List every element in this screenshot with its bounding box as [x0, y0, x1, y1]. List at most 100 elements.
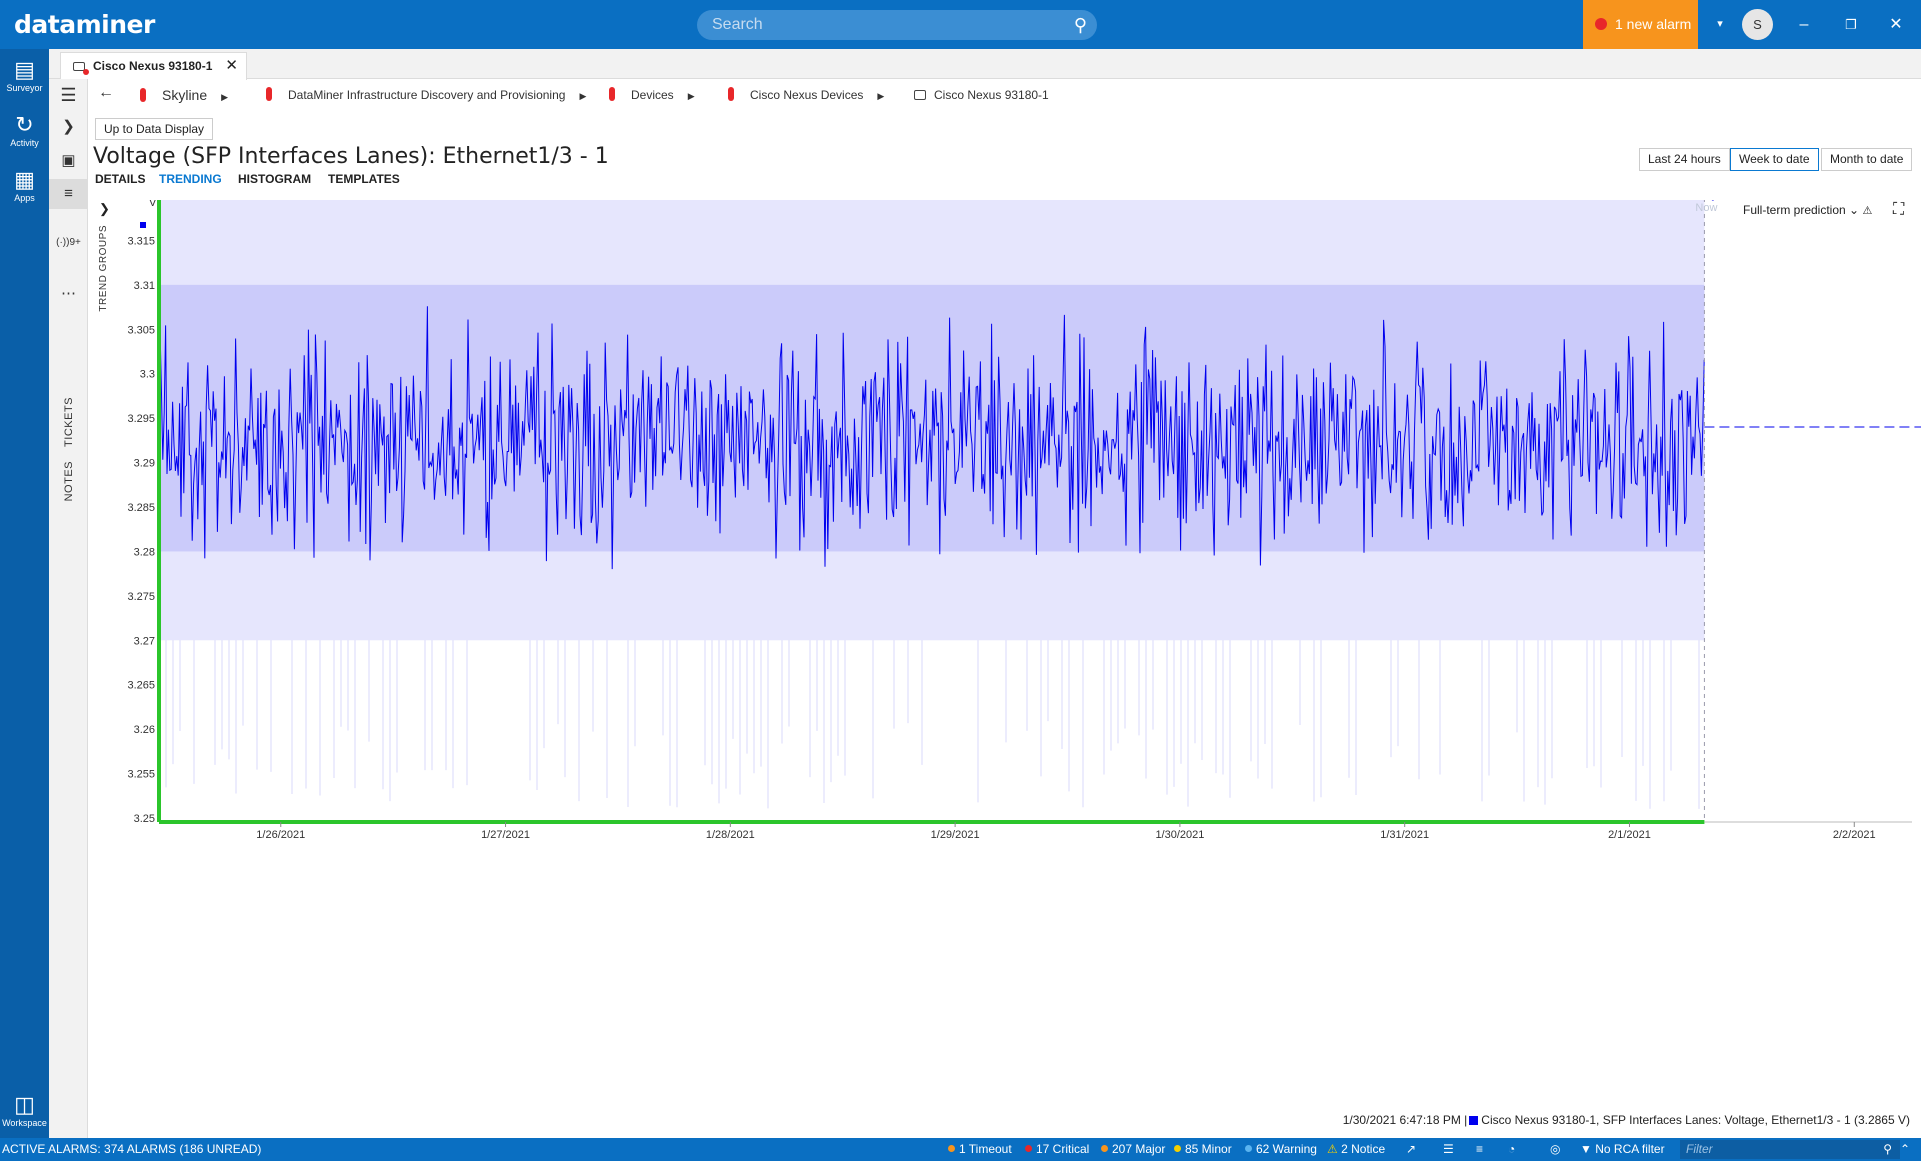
- breadcrumb-devices[interactable]: Devices ▶: [609, 87, 695, 102]
- chevron-right-icon[interactable]: ▶: [688, 91, 695, 101]
- back-arrow-icon[interactable]: ←: [98, 84, 114, 102]
- more-icon[interactable]: ⋯: [49, 284, 88, 302]
- notes-tab[interactable]: NOTES: [63, 461, 75, 501]
- range-month-to-date-button[interactable]: Month to date: [1821, 148, 1913, 171]
- breadcrumb-element-label: Cisco Nexus 93180-1: [934, 88, 1049, 102]
- nav-apps-label: Apps: [14, 193, 35, 203]
- minimize-icon[interactable]: –: [1784, 0, 1824, 49]
- chevron-right-icon[interactable]: ▶: [579, 91, 586, 101]
- count-warning[interactable]: 62 Warning: [1245, 1138, 1317, 1161]
- y-tick-label: 3.26: [134, 724, 155, 736]
- y-tick-label: 3.295: [127, 413, 155, 425]
- funnel-icon: ▼: [1580, 1142, 1592, 1156]
- settings-sliders-icon[interactable]: ≡: [49, 179, 88, 209]
- active-alarms-summary[interactable]: ACTIVE ALARMS: 374 ALARMS (186 UNREAD): [2, 1138, 261, 1161]
- count-warning-label: 62 Warning: [1256, 1142, 1317, 1156]
- count-notice[interactable]: ⚠ 2 Notice: [1327, 1138, 1385, 1161]
- range-last-24-hours-button[interactable]: Last 24 hours: [1639, 148, 1730, 171]
- y-unit-label: V: [149, 200, 157, 209]
- y-tick-label: 3.3: [140, 369, 155, 381]
- tickets-tab[interactable]: TICKETS: [63, 397, 75, 447]
- count-timeout[interactable]: 1 Timeout: [948, 1138, 1012, 1161]
- tab-close-icon[interactable]: ✕: [225, 53, 238, 79]
- nav-workspace[interactable]: ◫ Workspace: [0, 1092, 49, 1128]
- cursor-info: 1/30/2021 6:47:18 PM | Cisco Nexus 93180-…: [1342, 1113, 1910, 1127]
- chevron-right-icon[interactable]: ▶: [877, 91, 884, 101]
- restore-icon[interactable]: ❐: [1831, 0, 1871, 49]
- trend-view-icon[interactable]: ↗: [1406, 1138, 1416, 1161]
- range-week-to-date-button[interactable]: Week to date: [1730, 148, 1819, 171]
- apps-icon: ▦: [14, 167, 35, 192]
- x-tick-label: 1/28/2021: [706, 829, 755, 841]
- cursor-value-text: Cisco Nexus 93180-1, SFP Interfaces Lane…: [1481, 1113, 1910, 1127]
- series-marker: [140, 222, 146, 228]
- workspace-icon: ◫: [14, 1092, 35, 1117]
- now-marker: [1711, 200, 1714, 201]
- timeout-dot-icon: [948, 1145, 955, 1152]
- chevron-right-icon[interactable]: ▶: [221, 92, 228, 102]
- confidence-band: [158, 200, 1705, 809]
- new-alarm-button[interactable]: 1 new alarm: [1583, 0, 1698, 49]
- nav-surveyor-label: Surveyor: [6, 83, 43, 93]
- breadcrumb-devices-label: Devices: [631, 88, 674, 102]
- list-view-icon[interactable]: ☰: [1443, 1138, 1454, 1161]
- count-major[interactable]: 207 Major: [1101, 1138, 1165, 1161]
- search-icon[interactable]: ⚲: [1074, 10, 1087, 40]
- y-tick-label: 3.27: [134, 635, 155, 647]
- alarm-count-badge[interactable]: (·))9+: [49, 237, 88, 248]
- x-tick-label: 1/27/2021: [481, 829, 530, 841]
- nav-apps[interactable]: ▦ Apps: [0, 167, 49, 203]
- breadcrumb-discovery[interactable]: DataMiner Infrastructure Discovery and P…: [266, 87, 586, 102]
- y-tick-label: 3.31: [134, 280, 155, 292]
- card-sidebar: ☰ ❯ ▣ ≡ (·))9+ ⋯ TICKETS NOTES: [49, 79, 88, 1138]
- count-critical-label: 17 Critical: [1036, 1142, 1090, 1156]
- notice-warning-icon: ⚠: [1327, 1142, 1338, 1156]
- up-to-data-display-button[interactable]: Up to Data Display: [95, 118, 214, 140]
- breadcrumb-skyline[interactable]: Skyline ▶: [140, 87, 228, 103]
- expand-up-icon[interactable]: ⌃: [1900, 1138, 1910, 1161]
- now-label: Now: [1695, 202, 1717, 214]
- count-minor[interactable]: 85 Minor: [1174, 1138, 1232, 1161]
- view-icon: [140, 88, 146, 102]
- expand-chevron-icon[interactable]: ❯: [49, 117, 88, 135]
- nav-surveyor[interactable]: ▤ Surveyor: [0, 57, 49, 93]
- close-icon[interactable]: ✕: [1876, 0, 1916, 49]
- critical-dot-icon: [1025, 1145, 1032, 1152]
- nav-activity[interactable]: ↻ Activity: [0, 112, 49, 148]
- warning-dot-icon: [1245, 1145, 1252, 1152]
- x-tick-label: 1/26/2021: [256, 829, 305, 841]
- new-alarm-label: 1 new alarm: [1615, 16, 1692, 32]
- dropdown-arrow-icon[interactable]: ▾: [1700, 0, 1740, 49]
- tab-histogram[interactable]: HISTOGRAM: [238, 172, 311, 186]
- monitor-icon[interactable]: ▣: [49, 151, 88, 169]
- pie-chart-icon[interactable]: ◔: [1508, 1138, 1515, 1161]
- tab-cisco-nexus[interactable]: Cisco Nexus 93180-1 ✕: [60, 52, 247, 80]
- y-tick-label: 3.305: [127, 324, 155, 336]
- x-tick-label: 1/30/2021: [1155, 829, 1204, 841]
- tab-label: Cisco Nexus 93180-1: [93, 59, 213, 73]
- avatar[interactable]: S: [1742, 9, 1773, 40]
- search-input[interactable]: Search ⚲: [697, 10, 1097, 40]
- dataminer-logo: dataminer: [14, 10, 155, 39]
- tab-strip: Cisco Nexus 93180-1 ✕: [49, 49, 1921, 80]
- tab-trending[interactable]: TRENDING: [159, 172, 222, 186]
- filter-placeholder: Filter: [1686, 1142, 1713, 1156]
- tab-templates[interactable]: TEMPLATES: [328, 172, 400, 186]
- trend-chart[interactable]: 3.323.3153.313.3053.33.2953.293.2853.283…: [92, 200, 1921, 1030]
- minor-dot-icon: [1174, 1145, 1181, 1152]
- rca-filter[interactable]: ▼ No RCA filter: [1580, 1138, 1665, 1161]
- count-critical[interactable]: 17 Critical: [1025, 1138, 1089, 1161]
- x-tick-label: 1/31/2021: [1380, 829, 1429, 841]
- breadcrumb-cisco-devices[interactable]: Cisco Nexus Devices ▶: [728, 87, 884, 102]
- breadcrumb-element[interactable]: Cisco Nexus 93180-1: [914, 87, 1049, 102]
- alarm-filter-input[interactable]: Filter ⚲: [1680, 1140, 1900, 1159]
- hamburger-menu-icon[interactable]: ☰: [49, 85, 88, 106]
- tab-details[interactable]: DETAILS: [95, 172, 145, 186]
- nav-activity-label: Activity: [10, 138, 39, 148]
- cursor-timestamp: 1/30/2021 6:47:18 PM: [1342, 1113, 1461, 1127]
- breadcrumb-skyline-label: Skyline: [162, 87, 208, 103]
- focus-icon[interactable]: ◎: [1550, 1138, 1560, 1161]
- y-tick-label: 3.315: [127, 235, 155, 247]
- view-icon: [609, 87, 615, 101]
- sort-icon[interactable]: ≡: [1476, 1138, 1483, 1161]
